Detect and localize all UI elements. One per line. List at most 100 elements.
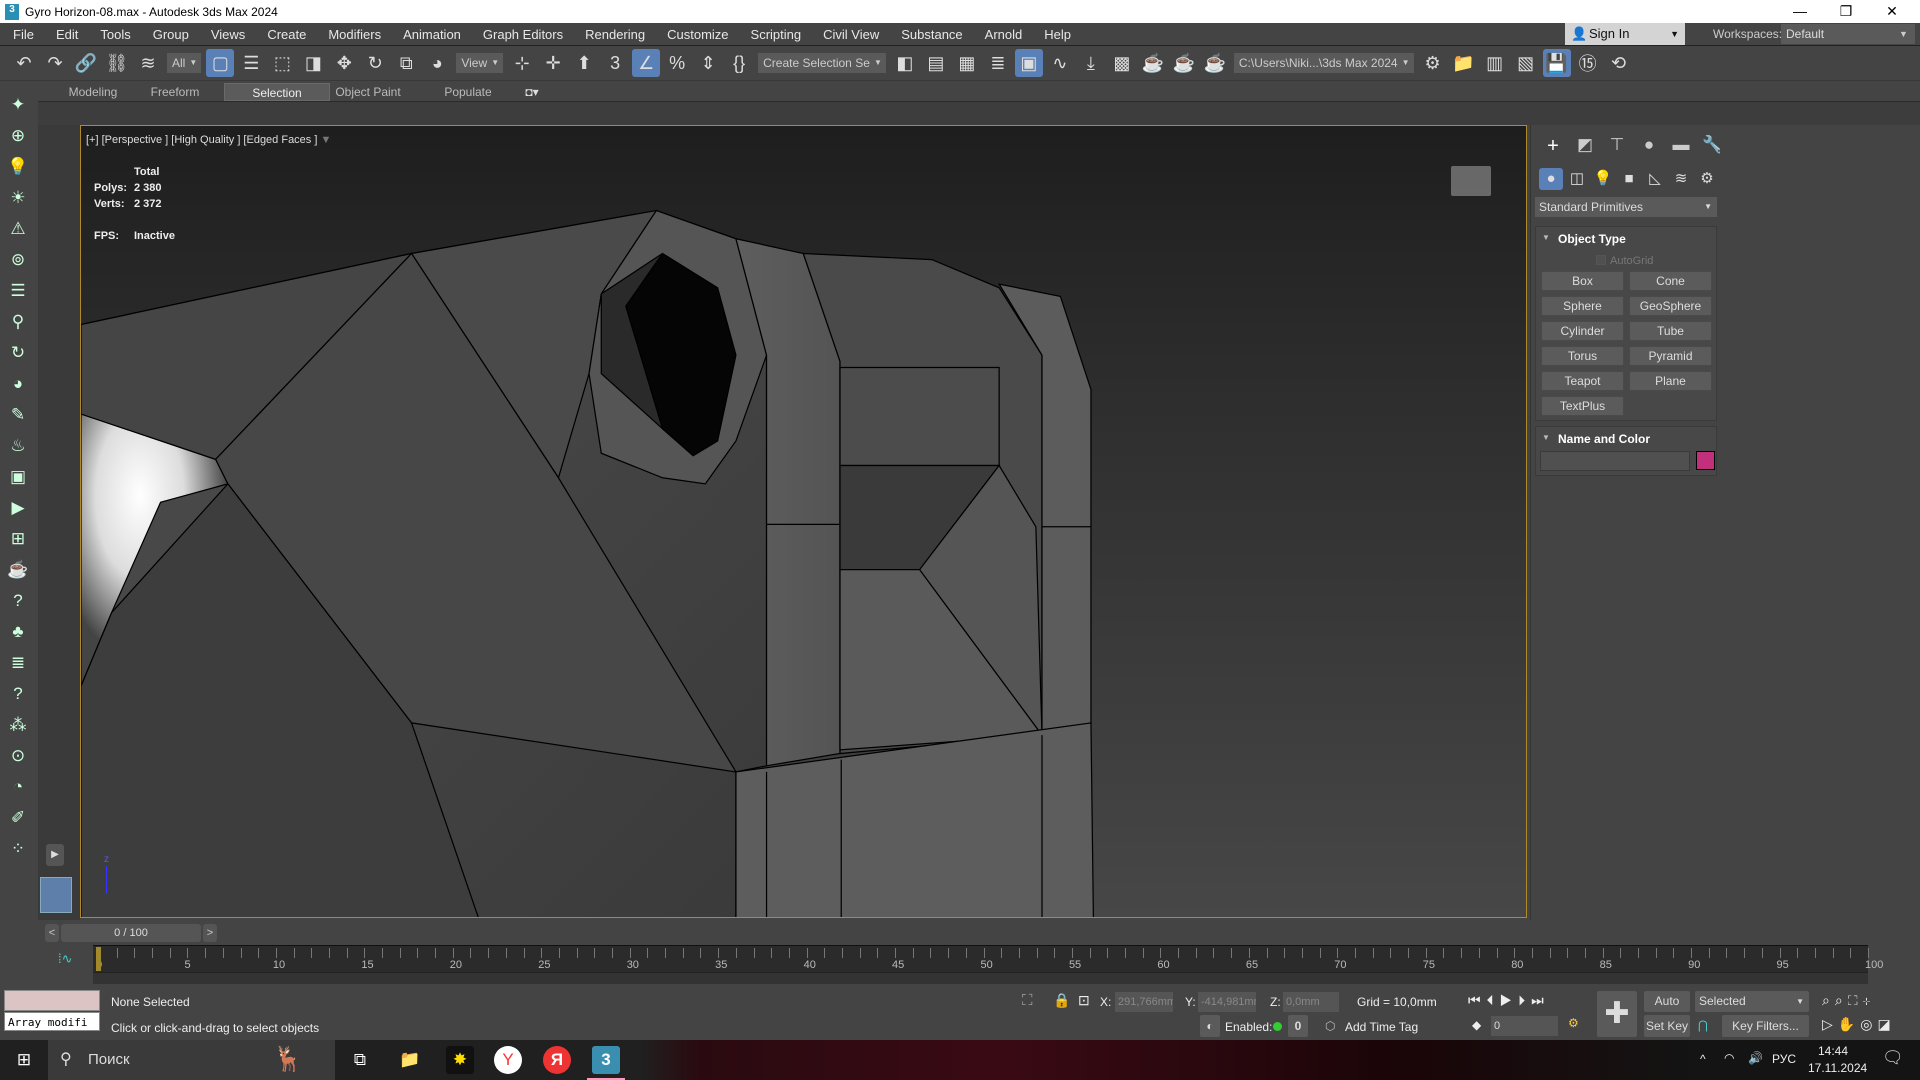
cone-button[interactable]: Cone	[1629, 271, 1712, 291]
selection-filter-dropdown[interactable]: All	[167, 53, 202, 73]
curve-editor-icon[interactable]: ∿	[1046, 49, 1074, 77]
target-icon[interactable]: ⊙	[6, 744, 30, 768]
clock-time[interactable]: 14:44	[1818, 1044, 1848, 1058]
time-tag-icon[interactable]: ⬡	[1325, 1019, 1335, 1033]
select-by-name-icon[interactable]: ☰	[237, 49, 265, 77]
primitive-category-dropdown[interactable]: Standard Primitives ▼	[1535, 197, 1717, 217]
select-scale-icon[interactable]: ⧉	[392, 49, 420, 77]
grid-icon[interactable]: ⊞	[6, 527, 30, 551]
redo-icon[interactable]: ↷	[41, 49, 69, 77]
current-frame-field[interactable]: 0	[1491, 1016, 1558, 1036]
viewport-layout-thumbnail[interactable]	[40, 877, 72, 913]
menu-arnold[interactable]: Arnold	[974, 27, 1034, 42]
menu-create[interactable]: Create	[256, 27, 317, 42]
windows-start-icon[interactable]: ⊞	[10, 1046, 38, 1074]
plane-button[interactable]: Plane	[1629, 371, 1712, 391]
menu-file[interactable]: File	[0, 27, 45, 42]
rectangular-selection-icon[interactable]: ⬚	[268, 49, 296, 77]
layers-icon[interactable]: ≣	[6, 651, 30, 675]
isolate-selection-icon[interactable]: ⛶	[1022, 992, 1033, 1009]
zoom-icon[interactable]: ⌕	[1822, 992, 1835, 1008]
reference-coordinate-dropdown[interactable]: View	[456, 53, 504, 73]
prev-frame-button[interactable]: <	[45, 924, 59, 942]
maxscript-listener-output[interactable]	[4, 990, 100, 1011]
menu-substance[interactable]: Substance	[890, 27, 973, 42]
camera-icon[interactable]: ⚠	[6, 217, 30, 241]
object-name-field[interactable]	[1540, 451, 1690, 471]
menu-modifiers[interactable]: Modifiers	[317, 27, 392, 42]
percent-snap-icon[interactable]: %	[663, 49, 691, 77]
motion-tab-icon[interactable]: ●	[1635, 135, 1663, 157]
timeline-key-area[interactable]	[93, 972, 1868, 984]
teapot-button[interactable]: Teapot	[1541, 371, 1624, 391]
paint-icon[interactable]: ✎	[6, 403, 30, 427]
maxscript-input[interactable]: Array modifi	[4, 1012, 100, 1031]
bulb-icon[interactable]: ⚲	[6, 310, 30, 334]
menu-customize[interactable]: Customize	[656, 27, 739, 42]
viewport-label-menu[interactable]: [+] [Perspective ] [High Quality ] [Edge…	[86, 134, 331, 146]
tab-freeform[interactable]: Freeform	[143, 83, 207, 101]
render-setup-icon[interactable]: ☕	[1139, 49, 1167, 77]
yandex-browser-icon[interactable]: Y	[494, 1046, 522, 1074]
key-mode-dropdown[interactable]: Selected ▼	[1695, 991, 1809, 1012]
y-coordinate-field[interactable]: -414,981mm	[1198, 992, 1256, 1012]
select-rotate-icon[interactable]: ↻	[361, 49, 389, 77]
name-and-color-header[interactable]: Name and Color	[1536, 427, 1716, 449]
tab-populate[interactable]: Populate	[435, 83, 501, 101]
zoom-extents-icon[interactable]: ⛶	[1848, 992, 1863, 1008]
menu-scripting[interactable]: Scripting	[740, 27, 813, 42]
spinner-snap-icon[interactable]: ⇕	[694, 49, 722, 77]
pan-icon[interactable]: ✋	[1838, 1016, 1860, 1032]
project-folder-icon[interactable]: 📁	[1450, 49, 1478, 77]
pyramid-button[interactable]: Pyramid	[1629, 346, 1712, 366]
field-of-view-icon[interactable]: ▷	[1822, 1016, 1838, 1032]
snap-icon[interactable]: ⁂	[6, 713, 30, 737]
scene-explorer-icon[interactable]: ▦	[953, 49, 981, 77]
select-manipulate-icon[interactable]: ✛	[539, 49, 567, 77]
tab-object-paint[interactable]: Object Paint	[330, 83, 406, 101]
help-icon[interactable]: ?	[6, 589, 30, 613]
go-to-end-icon[interactable]: ⏭	[1531, 992, 1550, 1008]
time-slider[interactable]: < 0 / 100 >	[45, 924, 1875, 942]
autogrid-checkbox[interactable]: AutoGrid	[1596, 255, 1653, 267]
autobackup-interval-icon[interactable]: ⑮	[1574, 49, 1602, 77]
named-selection-dropdown[interactable]: Create Selection Se	[758, 53, 886, 73]
modify-tab-icon[interactable]: ◩	[1571, 135, 1599, 157]
render-icon[interactable]: ▶	[6, 496, 30, 520]
time-tag-value-button[interactable]: 0	[1288, 1015, 1308, 1037]
task-view-icon[interactable]: ⧉	[346, 1046, 374, 1074]
zoom-extents-all-icon[interactable]: ⊹	[1863, 992, 1876, 1008]
notification-icon[interactable]: 🗨	[1882, 1048, 1904, 1068]
menu-rendering[interactable]: Rendering	[574, 27, 656, 42]
mirror-icon[interactable]: ◧	[891, 49, 919, 77]
workspaces-dropdown[interactable]: Default ▼	[1781, 24, 1915, 44]
teapot-icon[interactable]: ☕	[6, 558, 30, 582]
taskbar-search[interactable]: ⚲ Поиск 🦌	[48, 1040, 335, 1080]
menu-animation[interactable]: Animation	[392, 27, 472, 42]
auto-key-button[interactable]: Auto Key	[1644, 991, 1690, 1029]
light-icon[interactable]: 💡	[6, 155, 30, 179]
unlink-icon[interactable]: ⛓	[103, 49, 131, 77]
yandex-icon[interactable]: Я	[543, 1046, 571, 1074]
restore-button[interactable]: ❐	[1823, 0, 1869, 23]
default-in-out-tangents-icon[interactable]: ⋂	[1698, 1018, 1708, 1032]
project-structure-icon[interactable]: ▧	[1512, 49, 1540, 77]
snaps-toggle-icon[interactable]: 3	[601, 49, 629, 77]
sign-in-button[interactable]: 👤 Sign In ▼	[1565, 23, 1685, 45]
set-keys-button[interactable]: ✚	[1597, 991, 1637, 1037]
absolute-mode-icon[interactable]: ⊡	[1078, 992, 1090, 1009]
create-icon[interactable]: ✦	[6, 93, 30, 117]
x-coordinate-field[interactable]: 291,766mm	[1115, 992, 1173, 1012]
link-icon[interactable]: 🔗	[72, 49, 100, 77]
set-key-button[interactable]: Set Key	[1644, 1015, 1690, 1037]
list-icon[interactable]: ☰	[6, 279, 30, 303]
tab-modeling[interactable]: Modeling	[60, 83, 126, 101]
menu-edit[interactable]: Edit	[45, 27, 89, 42]
select-object-icon[interactable]: ▢	[206, 49, 235, 77]
nodes-icon[interactable]: ⁘	[6, 837, 30, 861]
ribbon-options-icon[interactable]: ◘▾	[520, 83, 544, 101]
menu-group[interactable]: Group	[142, 27, 200, 42]
geometry-icon[interactable]: ●	[1539, 168, 1563, 190]
undo-icon[interactable]: ↶	[10, 49, 38, 77]
file-explorer-icon[interactable]: 📁	[396, 1046, 424, 1074]
